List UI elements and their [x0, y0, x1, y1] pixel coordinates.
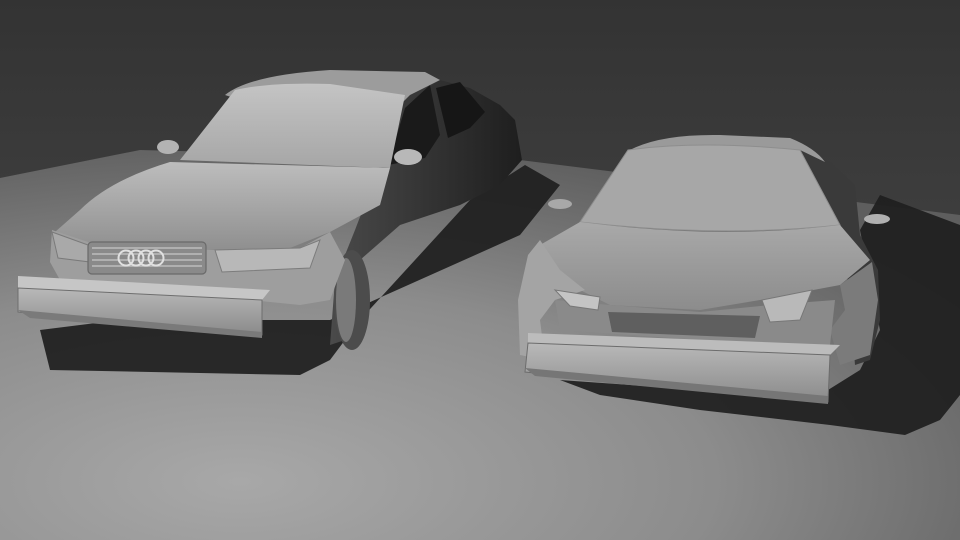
sports-car-left-mirror	[548, 199, 572, 209]
sedan-grille	[87, 241, 207, 275]
sports-car-right-mirror	[864, 214, 890, 224]
render-scene	[0, 0, 960, 540]
sedan-left-mirror	[157, 140, 179, 154]
sedan-right-mirror	[394, 149, 422, 165]
